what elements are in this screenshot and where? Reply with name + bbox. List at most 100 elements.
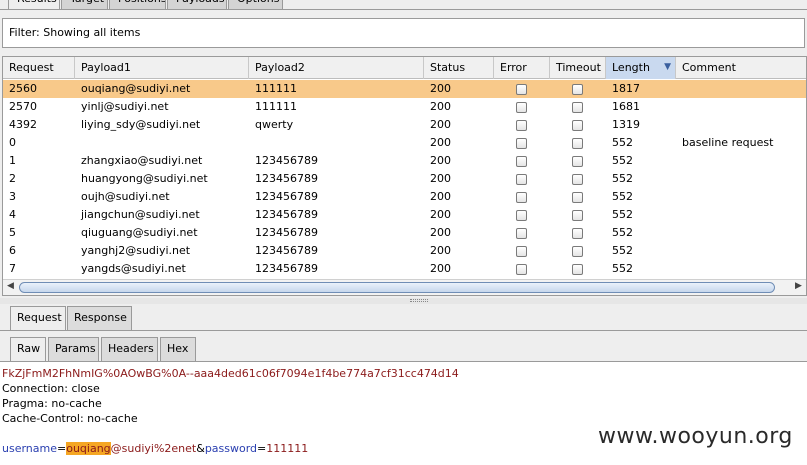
tab-hex[interactable]: Hex	[160, 337, 196, 361]
tab-payloads[interactable]: Payloads	[167, 0, 227, 10]
cell-status: 200	[430, 136, 451, 149]
cell-length: 552	[612, 262, 633, 275]
cell-length: 1681	[612, 100, 640, 113]
cell-payload1: huangyong@sudiyi.net	[81, 172, 208, 185]
header-pragma: Pragma: no-cache	[2, 397, 102, 410]
cell-length: 552	[612, 172, 633, 185]
cell-status: 200	[430, 118, 451, 131]
tab-response[interactable]: Response	[67, 306, 132, 330]
table-row[interactable]: 2570 yinlj@sudiyi.net 111111 200 1681	[3, 98, 806, 116]
column-header-error[interactable]: Error	[494, 57, 550, 79]
error-checkbox	[516, 210, 527, 221]
cell-request: 2560	[9, 82, 37, 95]
column-header-request[interactable]: Request	[3, 57, 75, 79]
cell-payload2: qwerty	[255, 118, 294, 131]
error-checkbox	[516, 138, 527, 149]
timeout-checkbox	[572, 84, 583, 95]
cell-comment	[676, 260, 806, 278]
filter-bar[interactable]: Filter: Showing all items	[2, 18, 805, 48]
table-row[interactable]: 7 yangds@sudiyi.net 123456789 200 552	[3, 260, 806, 278]
cell-length: 552	[612, 244, 633, 257]
error-checkbox	[516, 102, 527, 113]
tab-target[interactable]: Target	[61, 0, 108, 10]
tabs-divider	[0, 330, 807, 331]
tab-params[interactable]: Params	[48, 337, 99, 361]
horizontal-scrollbar[interactable]: ◀ ▶	[3, 279, 806, 295]
cell-request: 4	[9, 208, 16, 221]
cell-length: 552	[612, 136, 633, 149]
error-checkbox	[516, 84, 527, 95]
param-separator: &	[196, 442, 205, 455]
table-row[interactable]: 1 zhangxiao@sudiyi.net 123456789 200 552	[3, 152, 806, 170]
param-equals-2: =	[257, 442, 267, 455]
cell-length: 552	[612, 154, 633, 167]
table-row[interactable]: 0 200 552 baseline request	[3, 134, 806, 152]
timeout-checkbox	[572, 228, 583, 239]
cell-status: 200	[430, 82, 451, 95]
request-body: username=ouqiang@sudiyi%2enet&password=1…	[2, 441, 308, 456]
cell-length: 552	[612, 190, 633, 203]
param-username-name: username	[2, 442, 57, 455]
cell-request: 0	[9, 136, 16, 149]
cell-payload1: liying_sdy@sudiyi.net	[81, 118, 201, 131]
cell-length: 552	[612, 226, 633, 239]
column-header-comment[interactable]: Comment	[676, 57, 806, 79]
cell-payload2: 123456789	[255, 190, 318, 203]
raw-request-editor[interactable]: FkZjFmM2FhNmIG%0AOwBG%0A--aaa4ded61c06f7…	[0, 362, 807, 465]
cell-status: 200	[430, 262, 451, 275]
cell-comment	[676, 152, 806, 170]
pane-splitter[interactable]	[0, 298, 807, 304]
column-header-timeout[interactable]: Timeout	[550, 57, 606, 79]
cell-comment	[676, 206, 806, 224]
cell-payload2: 123456789	[255, 262, 318, 275]
table-row[interactable]: 4392 liying_sdy@sudiyi.net qwerty 200 1319	[3, 116, 806, 134]
tab-positions[interactable]: Positions	[109, 0, 166, 10]
timeout-checkbox	[572, 102, 583, 113]
header-connection: Connection: close	[2, 382, 100, 395]
cell-comment	[676, 188, 806, 206]
cell-request: 3	[9, 190, 16, 203]
header-cache-control: Cache-Control: no-cache	[2, 412, 138, 425]
scrollbar-thumb[interactable]	[19, 282, 775, 293]
payload-marker-highlight: ouqiang	[66, 442, 111, 455]
cell-status: 200	[430, 244, 451, 257]
cell-request: 2570	[9, 100, 37, 113]
cell-request: 7	[9, 262, 16, 275]
cell-payload1	[75, 134, 249, 152]
cell-length: 1817	[612, 82, 640, 95]
table-row[interactable]: 5 qiuguang@sudiyi.net 123456789 200 552	[3, 224, 806, 242]
error-checkbox	[516, 156, 527, 167]
table-row[interactable]: 4 jiangchun@sudiyi.net 123456789 200 552	[3, 206, 806, 224]
table-row[interactable]: 2560 ouqiang@sudiyi.net 111111 200 1817	[3, 80, 806, 98]
error-checkbox	[516, 120, 527, 131]
error-checkbox	[516, 192, 527, 203]
column-header-payload1[interactable]: Payload1	[75, 57, 249, 79]
column-header-status[interactable]: Status	[424, 57, 494, 79]
timeout-checkbox	[572, 264, 583, 275]
table-row[interactable]: 6 yanghj2@sudiyi.net 123456789 200 552	[3, 242, 806, 260]
error-checkbox	[516, 246, 527, 257]
tab-options[interactable]: Options	[228, 0, 283, 10]
cell-request: 2	[9, 172, 16, 185]
top-tab-bar: Results Target Positions Payloads Option…	[0, 0, 807, 10]
cell-status: 200	[430, 100, 451, 113]
column-header-length[interactable]: Length ▼	[606, 57, 676, 79]
tab-request[interactable]: Request	[10, 306, 66, 330]
tab-raw[interactable]: Raw	[10, 337, 46, 361]
table-row[interactable]: 3 oujh@sudiyi.net 123456789 200 552	[3, 188, 806, 206]
request-line-boundary: FkZjFmM2FhNmIG%0AOwBG%0A--aaa4ded61c06f7…	[2, 367, 459, 380]
scroll-right-arrow-icon[interactable]: ▶	[795, 281, 802, 291]
timeout-checkbox	[572, 120, 583, 131]
column-header-payload2[interactable]: Payload2	[249, 57, 424, 79]
tab-results[interactable]: Results	[8, 0, 60, 10]
cell-status: 200	[430, 154, 451, 167]
cell-comment	[676, 224, 806, 242]
cell-comment: baseline request	[682, 136, 774, 149]
scroll-left-arrow-icon[interactable]: ◀	[7, 281, 14, 291]
table-row[interactable]: 2 huangyong@sudiyi.net 123456789 200 552	[3, 170, 806, 188]
table-header: Request Payload1 Payload2 Status Error T…	[3, 57, 806, 79]
cell-payload1: qiuguang@sudiyi.net	[81, 226, 198, 239]
splitter-grip-icon[interactable]	[410, 299, 428, 302]
cell-status: 200	[430, 190, 451, 203]
tab-headers[interactable]: Headers	[101, 337, 158, 361]
